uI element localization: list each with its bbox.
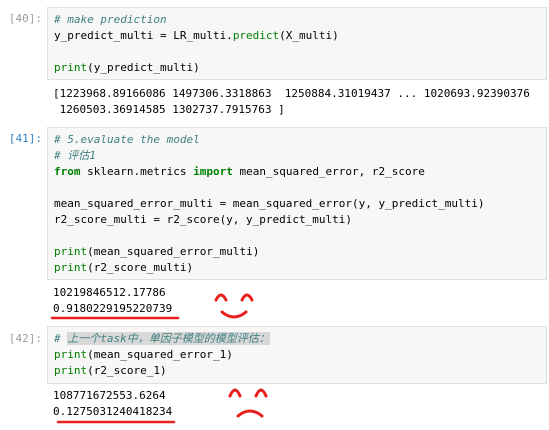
code-function: print [54, 348, 88, 361]
output-line: [1223968.89166086 1497306.3318863 125088… [53, 87, 530, 100]
output-line: 0.1275031240418234 [53, 405, 173, 418]
code-line: print(r2_score_1) [54, 363, 546, 379]
code-text: (mean_squared_error_1) [87, 348, 233, 361]
code-function: print [54, 245, 88, 258]
cell-output: 108771672553.6264 0.1275031240418234 [53, 388, 543, 420]
red-underline-mark [56, 420, 176, 424]
code-text: mean_squared_error, r2_score [232, 165, 425, 178]
code-input[interactable]: # 5.evaluate the model # 评估1 from sklearn.… [47, 127, 547, 280]
notebook-cell-40[interactable]: [40]: # make prediction y_predict_multi =… [0, 0, 549, 118]
code-comment: # 评估1 [54, 149, 96, 162]
code-comment: # make prediction [54, 13, 167, 26]
code-text: mean_squared_error_multi = mean_squared_… [54, 197, 485, 210]
cell-prompt: [40]: [8, 12, 42, 25]
code-text: sklearn.metrics [80, 165, 194, 178]
code-line: from sklearn.metrics import mean_squared… [54, 164, 546, 180]
code-text: (r2_score_1) [87, 364, 167, 377]
code-line: ​ [54, 180, 546, 196]
code-text: y_predict_multi = LR_multi. [54, 29, 233, 42]
output-line: 108771672553.6264 [53, 389, 166, 402]
code-line: print(y_predict_multi) [54, 60, 546, 76]
code-function: print [54, 364, 88, 377]
cell-prompt: [42]: [8, 332, 42, 345]
code-line: ​ [54, 44, 546, 60]
code-input[interactable]: # make prediction y_predict_multi = LR_mu… [47, 7, 547, 80]
code-text: (X_multi) [279, 29, 339, 42]
code-line: # 5.evaluate the model [54, 132, 546, 148]
code-line: print(mean_squared_error_1) [54, 347, 546, 363]
code-function: print [54, 261, 88, 274]
code-line: y_predict_multi = LR_multi.predict(X_mul… [54, 28, 546, 44]
code-text: (r2_score_multi) [87, 261, 194, 274]
cell-output: 10219846512.17786 0.9180229195220739 [53, 285, 543, 317]
code-function: print [54, 61, 88, 74]
cell-output: [1223968.89166086 1497306.3318863 125088… [53, 86, 543, 118]
frown-face-drawing [228, 388, 268, 418]
code-line: print(mean_squared_error_multi) [54, 244, 546, 260]
code-text: (mean_squared_error_multi) [87, 245, 260, 258]
code-text: r2_score_multi = r2_score(y, y_predict_m… [54, 213, 353, 226]
code-line: r2_score_multi = r2_score(y, y_predict_m… [54, 212, 546, 228]
code-text: (y_predict_multi) [87, 61, 200, 74]
code-comment: # 5.evaluate the model [54, 133, 200, 146]
cell-prompt: [41]: [8, 132, 42, 145]
code-keyword: from [54, 165, 81, 178]
code-line: print(r2_score_multi) [54, 260, 546, 276]
code-function: predict [232, 29, 280, 42]
code-input[interactable]: # 上一个task中，单因子模型的模型评估： print(mean_squared… [47, 326, 547, 384]
smiley-face-drawing [214, 293, 254, 319]
code-line: # 上一个task中，单因子模型的模型评估： [54, 331, 546, 347]
output-line: 10219846512.17786 [53, 286, 166, 299]
red-underline-mark [50, 316, 180, 320]
code-line: # 评估1 [54, 148, 546, 164]
code-line: ​ [54, 228, 546, 244]
code-keyword: import [193, 165, 233, 178]
code-comment: # [54, 332, 68, 345]
code-comment: 上一个task中，单因子模型的模型评估： [67, 332, 270, 345]
code-line: # make prediction [54, 12, 546, 28]
code-line: mean_squared_error_multi = mean_squared_… [54, 196, 546, 212]
output-line: 1260503.36914585 1302737.7915763 ] [53, 103, 285, 116]
